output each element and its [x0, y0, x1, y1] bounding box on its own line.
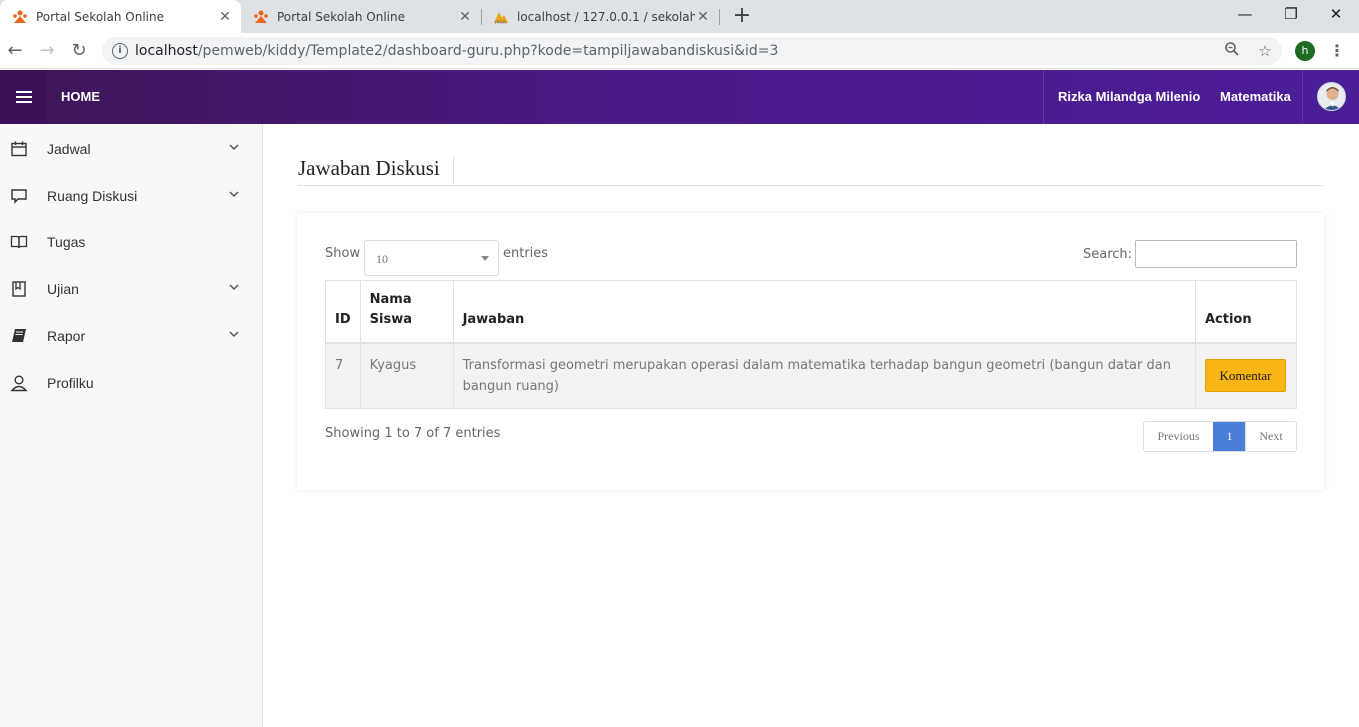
minimize-icon[interactable]: — [1222, 0, 1268, 30]
sidebar-item-profilku[interactable]: Profilku [0, 371, 263, 395]
chevron-down-icon[interactable] [228, 188, 240, 200]
sidebar-item-jadwal[interactable]: Jadwal [0, 137, 263, 161]
sidebar-item-label: Tugas [47, 234, 86, 250]
title-divider [453, 157, 454, 183]
school-favicon-icon [12, 9, 28, 25]
phpmyadmin-favicon-icon: PMA [493, 9, 509, 26]
sidebar-item-label: Rapor [47, 328, 86, 344]
column-header-jawaban[interactable]: Jawaban [452, 280, 1196, 344]
book-icon [9, 326, 29, 346]
window-close-icon[interactable]: ✕ [1313, 0, 1359, 30]
back-arrow-icon[interactable]: ← [3, 39, 27, 63]
komentar-button[interactable]: Komentar [1204, 359, 1286, 392]
pagination-previous-button[interactable]: Previous [1144, 422, 1213, 451]
header-subject[interactable]: Matematika [1220, 89, 1291, 104]
svg-text:PMA: PMA [495, 20, 506, 25]
browser-tab-2[interactable]: Portal Sekolah Online ✕ [241, 0, 481, 33]
header-divider [1302, 70, 1303, 124]
tab-title: Portal Sekolah Online [36, 9, 164, 24]
column-header-id[interactable]: ID [325, 280, 361, 344]
sidebar-item-rapor[interactable]: Rapor [0, 324, 263, 348]
page-title: Jawaban Diskusi [298, 156, 440, 180]
pagination-next-button[interactable]: Next [1245, 422, 1296, 451]
length-entries-label: entries [503, 246, 549, 261]
bookmark-icon [9, 279, 29, 299]
tab-close-icon[interactable]: ✕ [457, 9, 473, 25]
app-header: HOME Rizka Milandga Milenio Matematika [0, 70, 1359, 124]
chevron-down-icon[interactable] [228, 141, 240, 153]
tab-title: Portal Sekolah Online [277, 9, 405, 24]
new-tab-button[interactable]: + [730, 4, 754, 28]
user-icon [9, 373, 29, 393]
sidebar-item-label: Ruang Diskusi [47, 188, 138, 204]
browser-tab-bar: Portal Sekolah Online ✕ Portal Sekolah O… [0, 0, 1359, 33]
tab-divider [719, 9, 720, 25]
tab-title: localhost / 127.0.0.1 / sekolah / s [517, 9, 695, 24]
site-info-icon[interactable]: i [112, 43, 128, 59]
pagination-page-button[interactable]: 1 [1213, 422, 1245, 451]
header-user-name[interactable]: Rizka Milandga Milenio [1058, 89, 1200, 104]
url-path: /pemweb/kiddy/Template2/dashboard-guru.p… [197, 43, 779, 59]
cell-id: 7 [325, 342, 361, 409]
forward-arrow-icon[interactable]: → [35, 39, 59, 63]
browser-profile-avatar[interactable]: h [1295, 41, 1315, 61]
entries-length-select[interactable]: 10 [364, 240, 499, 276]
cell-jawaban: Transformasi geometri merupakan operasi … [452, 342, 1196, 409]
column-header-nama-siswa[interactable]: Nama Siswa [359, 280, 454, 344]
header-divider [1043, 70, 1044, 124]
sidebar-item-ujian[interactable]: Ujian [0, 277, 263, 301]
sidebar: Jadwal Ruang Diskusi Tugas Ujian Rapor P… [0, 124, 263, 727]
length-show-label: Show [325, 246, 361, 261]
sidebar-item-label: Ujian [47, 281, 79, 297]
restore-icon[interactable]: ❐ [1268, 0, 1314, 30]
calendar-icon [9, 139, 29, 159]
table-row: 7 Kyagus Transformasi geometri merupakan… [325, 342, 1298, 409]
chevron-down-icon[interactable] [228, 328, 240, 340]
hamburger-menu-icon[interactable] [0, 70, 47, 124]
chevron-down-icon[interactable] [228, 281, 240, 293]
sidebar-item-label: Jadwal [47, 141, 91, 157]
browser-tab-1[interactable]: Portal Sekolah Online ✕ [0, 0, 241, 33]
bookmark-star-icon[interactable]: ☆ [1255, 41, 1275, 61]
browser-tab-3[interactable]: PMA localhost / 127.0.0.1 / sekolah / s … [481, 0, 719, 33]
browser-menu-icon[interactable]: ⋮ [1327, 40, 1347, 62]
user-avatar[interactable] [1317, 82, 1346, 111]
search-input[interactable] [1135, 240, 1297, 268]
browser-toolbar: ← → ↻ i localhost/pemweb/kiddy/Template2… [0, 33, 1359, 69]
sidebar-item-label: Profilku [47, 375, 94, 391]
home-link[interactable]: HOME [61, 89, 100, 104]
url-host: localhost [135, 43, 198, 59]
pagination: Previous 1 Next [1143, 421, 1297, 452]
tab-close-icon[interactable]: ✕ [695, 9, 711, 25]
address-bar[interactable]: i localhost/pemweb/kiddy/Template2/dashb… [102, 37, 1282, 65]
tab-close-icon[interactable]: ✕ [217, 9, 233, 25]
school-favicon-icon [253, 9, 269, 25]
answers-table: ID Nama Siswa Jawaban Action 7 Kyagus Tr… [325, 280, 1298, 409]
sidebar-item-ruang-diskusi[interactable]: Ruang Diskusi [0, 184, 263, 208]
cell-nama-siswa: Kyagus [359, 342, 454, 409]
column-header-action[interactable]: Action [1194, 280, 1298, 344]
entries-length-value: 10 [376, 252, 388, 266]
cell-action: Komentar [1194, 342, 1298, 409]
table-header-row: ID Nama Siswa Jawaban Action [325, 280, 1298, 344]
caret-down-icon [481, 256, 489, 261]
table-info: Showing 1 to 7 of 7 entries [325, 426, 501, 441]
chat-icon [9, 186, 29, 206]
reload-icon[interactable]: ↻ [67, 39, 91, 63]
url-text[interactable]: localhost/pemweb/kiddy/Template2/dashboa… [135, 43, 778, 59]
search-label: Search: [1083, 247, 1133, 262]
sidebar-item-tugas[interactable]: Tugas [0, 230, 263, 254]
title-underline [298, 185, 1324, 186]
zoom-icon[interactable] [1222, 41, 1242, 61]
book-open-icon [9, 232, 29, 252]
